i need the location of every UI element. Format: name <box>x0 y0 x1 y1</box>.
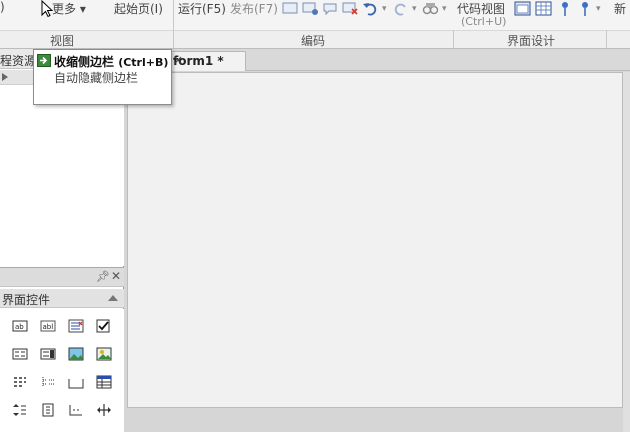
comment-icon[interactable] <box>282 1 299 16</box>
scroll-control-icon[interactable] <box>40 403 56 417</box>
pin-icon[interactable]: 📌︎ <box>96 270 110 283</box>
comment-reply-icon[interactable] <box>322 1 339 16</box>
ribbon: ) 更多 ▾ 起始页(I) 运行(F5) 发布(F7) ▾ ▾ ▾ 代码视图 (… <box>0 0 630 49</box>
mouse-cursor-icon <box>41 0 53 18</box>
checkbox-control-icon[interactable] <box>96 319 112 333</box>
resources-tab-label: 程资源 <box>0 54 37 68</box>
find-icon[interactable] <box>422 1 439 16</box>
document-tab-bar: form1 * × <box>124 49 630 71</box>
close-icon[interactable]: × <box>173 53 265 67</box>
label-control-icon[interactable]: ab <box>12 319 28 333</box>
more-label: 更多 <box>52 2 77 16</box>
paren-fragment: ) <box>0 0 5 14</box>
close-icon[interactable]: ✕ <box>111 269 121 283</box>
tab-form1[interactable]: form1 * × <box>168 51 246 71</box>
radio-control-icon[interactable] <box>12 347 28 361</box>
tooltip-description: 自动隐藏侧边栏 <box>54 71 139 85</box>
form-view-icon[interactable] <box>514 1 531 16</box>
group-divider <box>173 0 174 48</box>
spin-control-icon[interactable] <box>12 403 28 417</box>
picture-control-icon[interactable] <box>68 347 84 361</box>
slider-control-icon[interactable] <box>68 403 84 417</box>
new-button[interactable]: 新 <box>614 0 626 17</box>
collapse-arrow-icon[interactable] <box>108 295 118 301</box>
ribbon-group-labels: 视图 编码 界面设计 <box>0 30 630 48</box>
undo-dropdown-icon[interactable]: ▾ <box>382 4 387 14</box>
frame-control-icon[interactable] <box>68 375 84 389</box>
side-panel: 程资源 📌︎ ✕ 界面控件 ab abl <box>0 49 124 432</box>
pin-tool-2-icon[interactable] <box>577 1 594 16</box>
controls-panel-header: 📌︎ ✕ <box>0 267 124 287</box>
code-view-shortcut: (Ctrl+U) <box>461 15 507 28</box>
ui-controls-header-label: 界面控件 <box>2 293 51 307</box>
grid-icon[interactable] <box>535 1 552 16</box>
resource-tree[interactable] <box>0 86 124 266</box>
combo-control-icon[interactable] <box>40 347 56 361</box>
svg-text:ab: ab <box>15 323 24 331</box>
splitter-control-icon[interactable] <box>96 403 112 417</box>
collapse-sidebar-icon <box>37 54 51 67</box>
start-page-button[interactable]: 起始页(I) <box>114 0 163 17</box>
ui-controls-group[interactable]: 界面控件 <box>0 289 124 308</box>
group-divider <box>606 30 607 48</box>
design-canvas[interactable] <box>127 72 623 408</box>
tooltip-title-text: 收缩侧边栏 <box>54 55 115 69</box>
table-control-icon[interactable] <box>96 375 112 389</box>
comment-add-icon[interactable] <box>302 1 319 16</box>
pin-tool-icon[interactable] <box>557 1 574 16</box>
more-button[interactable]: 更多 ▾ <box>52 0 86 17</box>
publish-button[interactable]: 发布(F7) <box>230 0 278 17</box>
expand-arrow-icon[interactable] <box>2 73 8 81</box>
redo-dropdown-icon[interactable]: ▾ <box>412 4 417 14</box>
group-label-code: 编码 <box>300 34 325 48</box>
textbox-control-icon[interactable]: abl <box>40 319 56 333</box>
tooltip-shortcut: (Ctrl+B) <box>118 56 169 69</box>
run-button[interactable]: 运行(F5) <box>178 0 226 17</box>
tooltip-title: 收缩侧边栏 (Ctrl+B) <box>54 53 168 70</box>
tooltip: 收缩侧边栏 (Ctrl+B) 自动隐藏侧边栏 <box>33 49 172 105</box>
image-control-icon[interactable] <box>96 347 112 361</box>
controls-grid: ab abl <box>0 309 124 432</box>
group-divider <box>453 30 454 48</box>
svg-text:abl: abl <box>43 323 54 331</box>
group-label-ui-design: 界面设计 <box>506 34 555 48</box>
group-control-icon[interactable] <box>12 375 28 389</box>
listbox-control-icon[interactable] <box>68 319 84 333</box>
group-label-view: 视图 <box>49 34 74 48</box>
redo-icon[interactable] <box>392 1 409 16</box>
vertical-scrollbar[interactable] <box>623 72 630 432</box>
pin-dropdown-icon[interactable]: ▾ <box>596 4 601 14</box>
comment-delete-icon[interactable] <box>342 1 359 16</box>
ribbon-command-row: ) 更多 ▾ 起始页(I) 运行(F5) 发布(F7) ▾ ▾ ▾ 代码视图 (… <box>0 0 630 30</box>
code-view-label: 代码视图 <box>457 2 506 16</box>
find-dropdown-icon[interactable]: ▾ <box>442 4 447 14</box>
undo-icon[interactable] <box>362 1 379 16</box>
tree-control-icon[interactable] <box>40 375 56 389</box>
